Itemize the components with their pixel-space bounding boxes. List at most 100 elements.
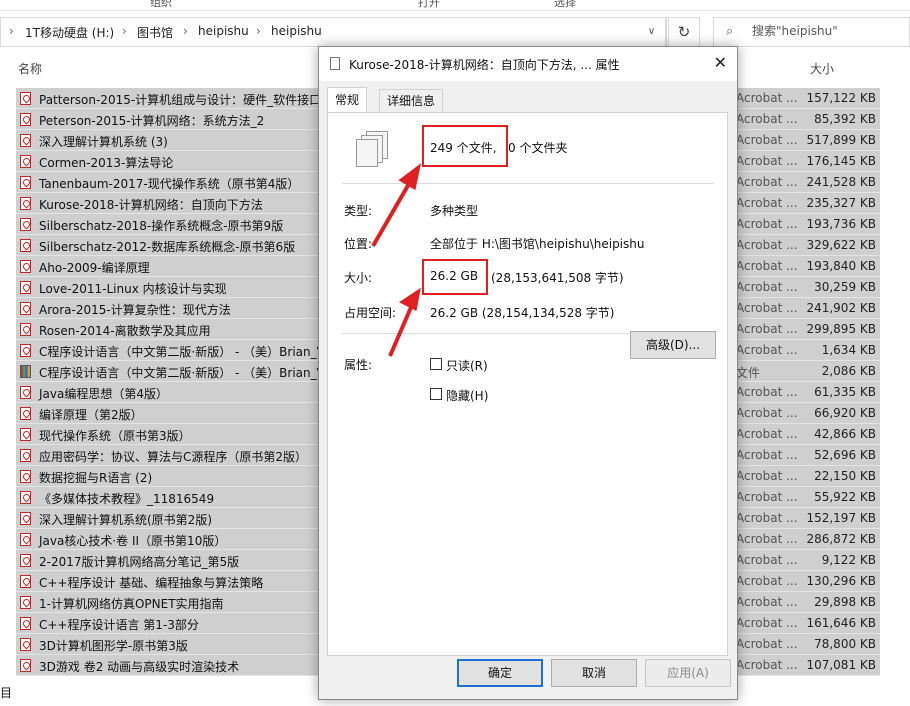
properties-dialog: Kurose-2018-计算机网络：自顶向下方法, ... 属性 ✕ 常规 详细…: [318, 46, 738, 700]
file-type: Acrobat ...: [736, 511, 798, 525]
pdf-icon: [20, 554, 31, 567]
file-name: 应用密码学：协议、算法与C源程序（原书第2版）: [39, 450, 308, 464]
pdf-icon: [20, 134, 31, 147]
toolbar-select[interactable]: 选择: [554, 0, 576, 10]
address-bar[interactable]: › 1T移动硬盘 (H:) › 图书馆 › heipishu › heipish…: [0, 17, 666, 47]
search-input[interactable]: [750, 23, 904, 39]
refresh-button[interactable]: ↻: [668, 17, 700, 47]
search-box[interactable]: ⌕: [713, 17, 910, 47]
file-size: 130,296 KB: [806, 574, 876, 588]
location-label: 位置:: [344, 237, 373, 251]
file-name: 现代操作系统（原书第3版）: [39, 429, 191, 443]
file-type: Acrobat ...: [736, 280, 798, 294]
pdf-icon: [20, 155, 31, 168]
pdf-icon: [20, 428, 31, 441]
file-size: 29,898 KB: [814, 595, 876, 609]
tab-details[interactable]: 详细信息: [379, 89, 444, 112]
pdf-icon: [20, 176, 31, 189]
pdf-icon: [20, 281, 31, 294]
file-type: Acrobat ...: [736, 553, 798, 567]
pdf-icon: [20, 239, 31, 252]
file-name: C程序设计语言（中文第二版·新版） - （美）Brian_V: [39, 366, 325, 380]
pdf-icon: [20, 302, 31, 315]
advanced-button[interactable]: 高级(D)...: [630, 331, 716, 359]
file-size: 157,122 KB: [806, 91, 876, 105]
multiple-files-icon: [356, 131, 390, 167]
file-size: 161,646 KB: [806, 616, 876, 630]
file-type: Acrobat ...: [736, 175, 798, 189]
file-name: Love-2011-Linux 内核设计与实现: [39, 282, 227, 296]
file-type: Acrobat ...: [736, 133, 798, 147]
file-type: Acrobat ...: [736, 406, 798, 420]
readonly-checkbox[interactable]: [430, 358, 442, 370]
dialog-title-bar[interactable]: Kurose-2018-计算机网络：自顶向下方法, ... 属性 ✕: [319, 47, 737, 81]
disk-usage-label: 占用空间:: [344, 306, 397, 320]
chevron-down-icon: ∨: [647, 26, 656, 37]
file-name: 《多媒体技术教程》_11816549: [39, 492, 215, 506]
status-text: 目: [0, 686, 13, 700]
file-size: 42,866 KB: [814, 427, 876, 441]
file-type: Acrobat ...: [736, 448, 798, 462]
pdf-icon: [20, 470, 31, 483]
hidden-checkbox[interactable]: [430, 388, 442, 400]
address-dropdown-button[interactable]: ∨: [637, 17, 667, 47]
file-type: Acrobat ...: [736, 343, 798, 357]
file-type: Acrobat ...: [736, 469, 798, 483]
file-type: Acrobat ...: [736, 385, 798, 399]
file-name: Arora-2015-计算复杂性：现代方法: [39, 303, 231, 317]
file-name: Patterson-2015-计算机组成与设计：硬件_软件接口_: [39, 93, 328, 107]
toolbar-organize[interactable]: 组织: [150, 0, 172, 10]
pdf-icon: [20, 113, 31, 126]
chevron-right-icon[interactable]: ›: [256, 24, 261, 38]
file-name: Java编程思想（第4版）: [39, 387, 168, 401]
file-size: 329,622 KB: [806, 238, 876, 252]
file-type: Acrobat ...: [736, 637, 798, 651]
file-size: 241,528 KB: [806, 175, 876, 189]
file-size: 9,122 KB: [821, 553, 876, 567]
tab-general[interactable]: 常规: [327, 87, 368, 112]
close-icon[interactable]: ✕: [714, 53, 727, 72]
pdf-icon: [20, 512, 31, 525]
file-name: 3D计算机图形学-原书第3版: [39, 639, 188, 653]
breadcrumb-heipishu[interactable]: heipishu: [198, 24, 249, 38]
file-type: Acrobat ...: [736, 154, 798, 168]
chevron-right-icon[interactable]: ›: [183, 24, 188, 38]
file-size: 299,895 KB: [806, 322, 876, 336]
file-type: Acrobat ...: [736, 217, 798, 231]
apply-button[interactable]: 应用(A): [645, 659, 731, 687]
column-header-size[interactable]: 大小: [810, 60, 834, 77]
toolbar-open[interactable]: 打开: [418, 0, 440, 10]
file-size: 55,922 KB: [814, 490, 876, 504]
breadcrumb-library[interactable]: 图书馆: [137, 24, 173, 41]
file-size: 235,327 KB: [806, 196, 876, 210]
attributes-label: 属性:: [344, 358, 373, 372]
folder-count: 0 个文件夹: [508, 141, 568, 155]
pdf-icon: [20, 260, 31, 273]
file-name: Kurose-2018-计算机网络：自顶向下方法: [39, 198, 263, 212]
file-size: 78,800 KB: [814, 637, 876, 651]
ok-button[interactable]: 确定: [457, 659, 543, 687]
file-name: 深入理解计算机系统 (3): [39, 135, 168, 149]
pdf-icon: [20, 575, 31, 588]
readonly-label[interactable]: 只读(R): [446, 357, 488, 374]
highlight-box-size: [422, 259, 488, 295]
pdf-icon: [20, 638, 31, 651]
hidden-label[interactable]: 隐藏(H): [446, 387, 488, 404]
file-size: 2,086 KB: [821, 364, 876, 378]
general-panel: 249 个文件, 0 个文件夹 类型: 多种类型 位置: 全部位于 H:\图书馆…: [327, 112, 728, 656]
file-size: 85,392 KB: [814, 112, 876, 126]
type-value: 多种类型: [430, 204, 479, 218]
location-value: 全部位于 H:\图书馆\heipishu\heipishu: [430, 237, 645, 251]
cancel-button[interactable]: 取消: [551, 659, 637, 687]
chevron-right-icon[interactable]: ›: [9, 24, 14, 38]
highlight-box-count: [422, 125, 508, 167]
breadcrumb-heipishu-current[interactable]: heipishu: [271, 24, 322, 38]
breadcrumb-drive[interactable]: 1T移动硬盘 (H:): [25, 24, 114, 41]
column-header-name[interactable]: 名称: [18, 60, 42, 77]
file-type: Acrobat ...: [736, 490, 798, 504]
file-type: Acrobat ...: [736, 574, 798, 588]
file-size: 193,736 KB: [806, 217, 876, 231]
file-name: Peterson-2015-计算机网络：系统方法_2: [39, 114, 265, 128]
file-name: 2-2017版计算机网络高分笔记_第5版: [39, 555, 240, 569]
chevron-right-icon[interactable]: ›: [122, 24, 127, 38]
